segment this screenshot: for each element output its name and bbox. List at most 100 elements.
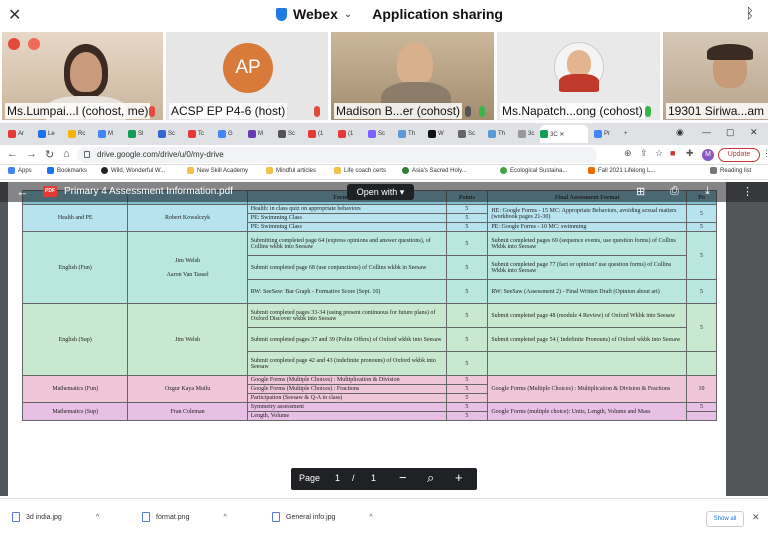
browser-tab[interactable]: M — [98, 125, 113, 143]
browser-tab[interactable]: Sc — [458, 125, 475, 143]
new-tab-button[interactable]: + — [624, 125, 628, 143]
download-item[interactable]: General info.jpg ^ — [272, 512, 373, 522]
bookmark-reading-list[interactable]: Reading list — [710, 167, 751, 174]
page-current[interactable]: 1 — [335, 473, 340, 483]
browser-tab-active[interactable]: 3C ✕ — [540, 125, 588, 143]
bookmark-item[interactable]: Life coach certs — [334, 167, 386, 174]
add-comment-icon[interactable]: ⊞ — [636, 185, 645, 198]
maximize-icon[interactable]: ▢ — [726, 127, 735, 138]
back-icon[interactable]: ← — [7, 148, 18, 160]
profile-avatar[interactable]: M — [702, 149, 714, 161]
final-points-cell — [686, 411, 717, 421]
bookmark-item[interactable]: Asia's Sacred Holy... — [402, 167, 467, 174]
open-with-button[interactable]: Open with ▾ — [347, 184, 414, 200]
zoom-out-icon[interactable]: − — [399, 470, 407, 485]
browser-tab[interactable]: Pr — [594, 125, 610, 143]
browser-tab[interactable]: Sc — [368, 125, 385, 143]
formative-cell: Symmetry assessment — [246, 402, 447, 412]
chevron-down-icon[interactable]: ⌄ — [344, 9, 352, 20]
download-icon[interactable]: ⤓ — [705, 185, 710, 198]
browser-tab[interactable]: 3c — [518, 125, 534, 143]
site-icon — [101, 167, 108, 174]
zoom-in-icon[interactable]: + — [455, 470, 463, 485]
browser-tab[interactable]: Rc — [68, 125, 85, 143]
browser-tab[interactable]: (1 — [338, 125, 353, 143]
participant-tile[interactable]: AP ACSP EP P4-6 (host) — [166, 32, 328, 120]
bookmark-item[interactable]: Fall 2021 Lifelong L... — [588, 167, 655, 174]
close-icon[interactable]: ✕ — [8, 5, 21, 25]
site-icon — [500, 167, 507, 174]
url-input[interactable]: drive.google.com/drive/u/0/my-drive — [77, 147, 597, 163]
bookmark-item[interactable]: Ecological Sustaina... — [500, 167, 567, 174]
browser-tab[interactable]: G — [218, 125, 233, 143]
chevron-up-icon[interactable]: ^ — [369, 514, 372, 521]
tab-search-icon[interactable]: ◉ — [676, 127, 684, 138]
chevron-up-icon[interactable]: ^ — [223, 514, 226, 521]
subject-cell: Mathematics (Fun) — [21, 375, 129, 403]
formative-cell: Submit completed pages 37 and 39 (Polite… — [246, 327, 447, 352]
final-cell: PE: Google Forms - 10 MC: swimming — [487, 222, 688, 232]
mic-muted-icon — [314, 106, 320, 117]
bookmark-item[interactable]: Wild, Wonderful W... — [101, 167, 165, 174]
stop-icon[interactable] — [28, 38, 40, 50]
bookmark-item[interactable]: New Skill Academy — [187, 167, 248, 174]
points-cell: 5 — [445, 351, 489, 376]
formative-cell: Submit completed page 42 and 43 (indefin… — [246, 351, 447, 376]
minimize-icon[interactable]: — — [702, 127, 711, 137]
browser-tab[interactable]: W — [428, 125, 444, 143]
show-all-button[interactable]: Show all — [706, 511, 744, 527]
extension-icon[interactable]: ■ — [670, 148, 675, 158]
chevron-up-icon[interactable]: ^ — [96, 514, 99, 521]
browser-tab[interactable]: Le — [38, 125, 55, 143]
sharing-mode: Application sharing — [372, 6, 503, 22]
home-icon[interactable]: ⌂ — [63, 148, 70, 160]
share-icon[interactable]: ⇪ — [640, 148, 648, 159]
browser-tab[interactable]: Tc — [188, 125, 204, 143]
points-cell: 5 — [445, 402, 489, 412]
forward-icon[interactable]: → — [26, 148, 37, 160]
more-options-icon[interactable]: ⋮ — [742, 185, 753, 198]
browser-tab[interactable]: M — [248, 125, 263, 143]
browser-tab[interactable]: Th — [398, 125, 415, 143]
participant-hair — [707, 44, 753, 60]
participant-tile[interactable]: Ms.Napatch...ong (cohost) — [497, 32, 660, 120]
final-points-cell: 5 — [686, 279, 717, 304]
formative-cell: Google Forms (Multiple Choices) : Multip… — [246, 375, 447, 385]
bookmark-item[interactable]: Mindful articles — [266, 167, 316, 174]
participant-tile[interactable]: Madison B...er (cohost) — [331, 32, 494, 120]
close-icon[interactable]: ✕ — [752, 512, 760, 523]
menu-icon[interactable]: ⋮ — [762, 148, 768, 159]
bluetooth-icon: ᛒ — [745, 5, 754, 21]
teacher-cell: Robert Kowalczyk — [127, 204, 248, 232]
browser-tab[interactable]: Ar — [8, 125, 24, 143]
final-cell: Google Forms (Multiple Choices) : Multip… — [487, 375, 688, 403]
download-item[interactable]: 3d india.jpg ^ — [12, 512, 99, 522]
search-icon[interactable]: ⌕ — [427, 470, 434, 486]
bookmark-apps[interactable]: Apps — [8, 167, 32, 174]
participant-tile[interactable]: 19301 Siriwa...am (c — [663, 32, 768, 120]
download-item[interactable]: format.png ^ — [142, 512, 227, 522]
star-icon[interactable]: ☆ — [655, 148, 663, 159]
bookmark-item[interactable]: Bookmarks — [47, 167, 87, 174]
puzzle-icon[interactable]: ✚ — [686, 148, 694, 159]
back-arrow-icon[interactable]: ← — [16, 184, 29, 199]
browser-tab[interactable]: Sc — [278, 125, 295, 143]
browser-tab[interactable]: Sl — [128, 125, 143, 143]
browser-tab[interactable]: Th — [488, 125, 505, 143]
participant-tile[interactable]: Ms.Lumpai...l (cohost, me) — [2, 32, 163, 120]
zoom-icon[interactable]: ⊕ — [624, 148, 632, 159]
points-cell: 5 — [445, 303, 489, 328]
page-total: 1 — [371, 473, 377, 483]
browser-tab[interactable]: (1 — [308, 125, 323, 143]
browser-tab[interactable]: Sc — [158, 125, 175, 143]
formative-cell: Participation (Seesaw & Q-A in class) — [246, 393, 447, 403]
reload-icon[interactable]: ↻ — [45, 148, 54, 161]
record-icon[interactable] — [8, 38, 20, 50]
youtube-icon — [308, 130, 316, 138]
update-button[interactable]: Update — [718, 148, 760, 162]
mic-on-icon — [645, 106, 651, 117]
window-close-icon[interactable]: ✕ — [750, 127, 758, 138]
print-icon[interactable]: ⎙ — [670, 185, 679, 198]
google-drive-icon — [540, 130, 548, 138]
app-name[interactable]: Webex — [293, 6, 338, 22]
